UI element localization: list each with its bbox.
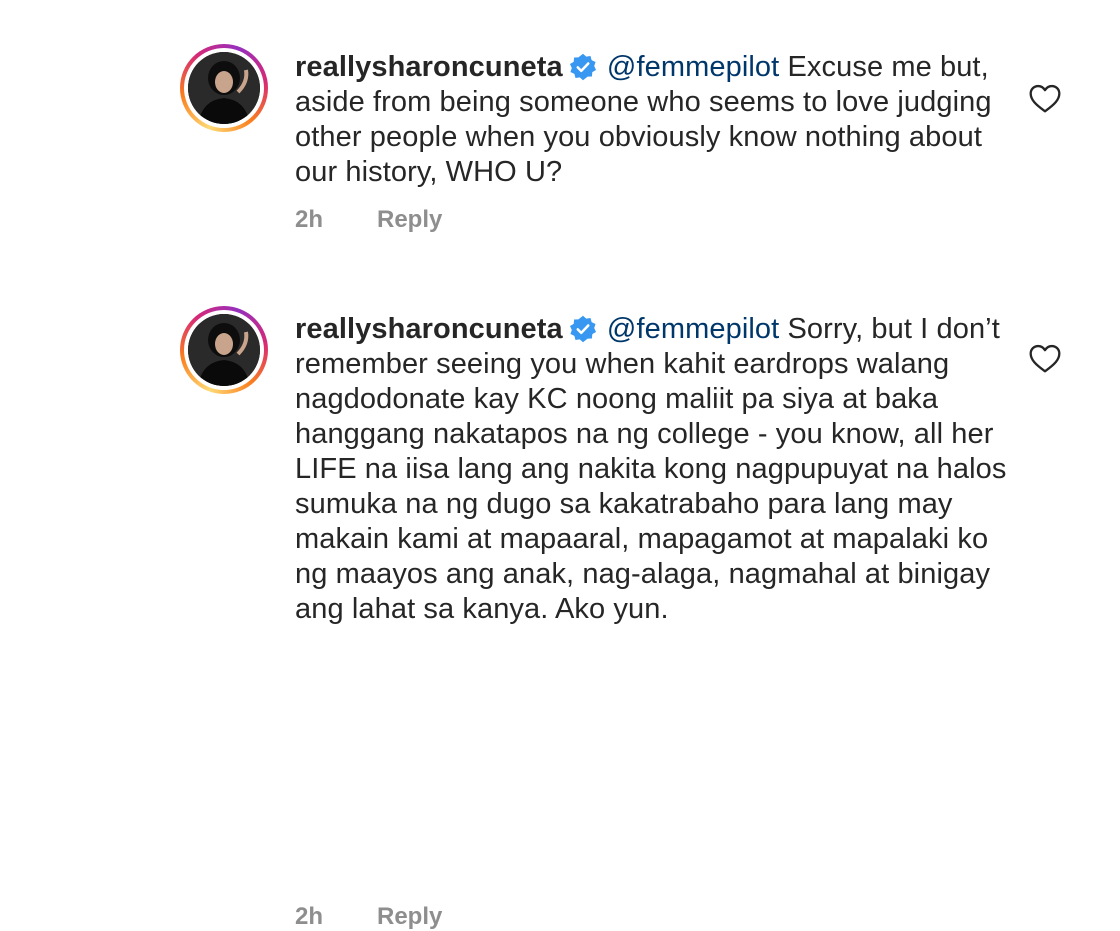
heart-icon[interactable] [1028, 84, 1062, 114]
mention-link[interactable]: @femmepilot [607, 313, 779, 345]
verified-badge-icon [569, 315, 596, 343]
username-link[interactable]: reallysharoncuneta [295, 51, 563, 83]
reply-button[interactable]: Reply [377, 206, 442, 233]
timestamp: 2h [295, 206, 324, 233]
story-ring[interactable] [180, 306, 268, 394]
avatar[interactable] [188, 52, 260, 124]
timestamp: 2h [295, 903, 324, 930]
comment-text: reallysharoncuneta @femmepilot Excuse me… [295, 50, 1015, 190]
mention-link[interactable]: @femmepilot [607, 51, 779, 83]
reply-button[interactable]: Reply [377, 903, 442, 930]
verified-badge-icon [569, 53, 596, 81]
comment-body: Sorry, but I don’t remember seeing you w… [295, 313, 1007, 625]
comment-meta: 2h Reply [295, 903, 442, 931]
avatar[interactable] [188, 314, 260, 386]
comment-text: reallysharoncuneta @femmepilot Sorry, bu… [295, 312, 1015, 627]
story-ring[interactable] [180, 44, 268, 132]
comment-meta: 2h Reply [295, 206, 442, 234]
username-link[interactable]: reallysharoncuneta [295, 313, 563, 345]
heart-icon[interactable] [1028, 344, 1062, 374]
